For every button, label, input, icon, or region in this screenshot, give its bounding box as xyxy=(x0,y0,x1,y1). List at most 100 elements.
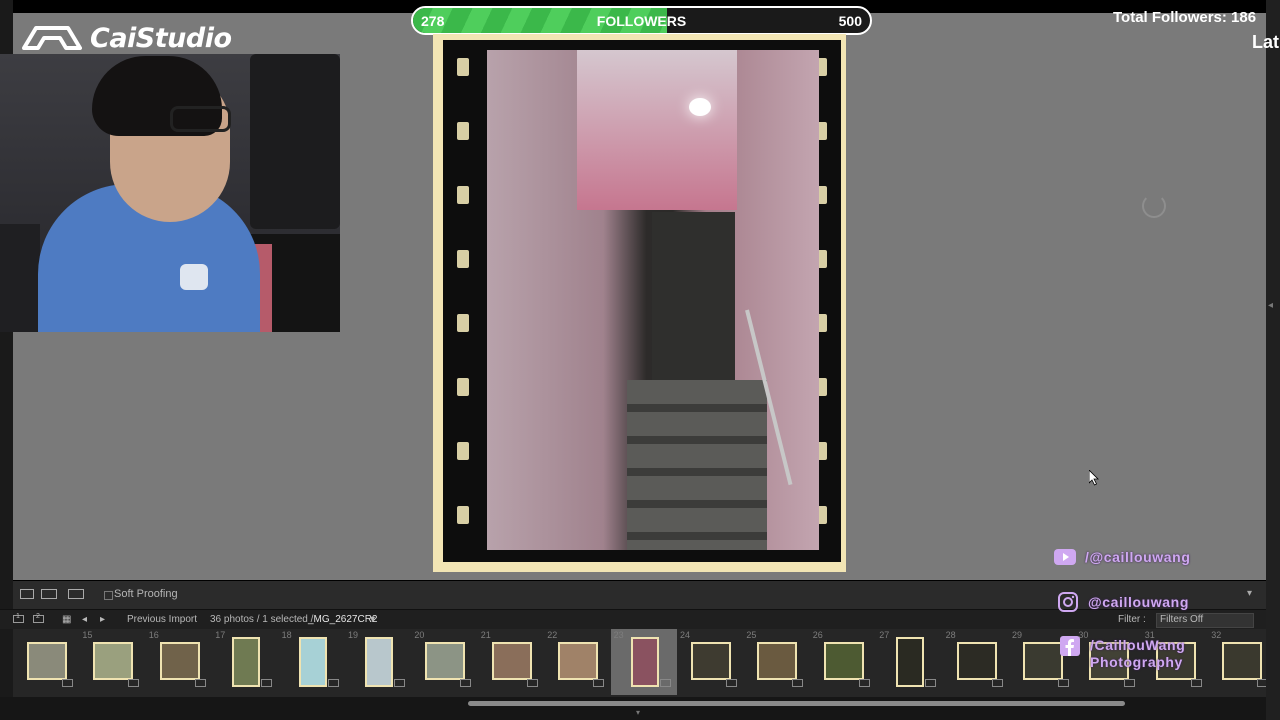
edited-badge-icon xyxy=(925,679,937,687)
ceiling-lamp xyxy=(689,98,711,116)
total-followers-text: Total Followers: 186 xyxy=(1113,9,1257,26)
thumbnail-image xyxy=(27,642,67,680)
edited-badge-icon xyxy=(194,679,206,687)
latest-label: Lat xyxy=(1252,32,1279,52)
edited-badge-icon xyxy=(261,679,273,687)
thumbnail-index: 24 xyxy=(680,630,691,640)
thumbnail-index: 21 xyxy=(480,630,491,640)
thumbnail-image xyxy=(93,642,134,680)
thumbnail-index: 28 xyxy=(945,630,956,640)
instagram-handle-row: @caillouwang xyxy=(1057,592,1189,612)
photo-count-status: 36 photos / 1 selected / xyxy=(210,614,314,625)
facebook-handle-line2: Photography xyxy=(1090,654,1183,670)
grid-view-icon[interactable]: ▦ xyxy=(62,614,71,625)
filmstrip-thumbnail[interactable]: 19 xyxy=(345,629,411,695)
logo-mark-icon xyxy=(22,26,82,50)
youtube-handle: /@caillouwang xyxy=(1085,549,1191,565)
edited-badge-icon xyxy=(1257,679,1266,687)
thumbnail-image xyxy=(491,642,532,680)
edited-badge-icon xyxy=(726,679,737,687)
filmstrip-thumbnail[interactable]: 26 xyxy=(810,629,876,695)
thumbnail-index: 20 xyxy=(414,630,425,640)
filmstrip-thumbnail[interactable]: 23 xyxy=(610,629,677,695)
thumbnail-index: 15 xyxy=(82,630,93,640)
thumbnail-index: 23 xyxy=(613,630,624,640)
back-arrow-icon[interactable]: ◂ xyxy=(82,614,87,625)
edited-badge-icon xyxy=(394,679,405,687)
compare-view-icon[interactable] xyxy=(41,589,57,599)
right-panel-edge[interactable]: ◂ xyxy=(1266,0,1280,720)
filmstrip-thumbnail[interactable]: 32 xyxy=(1208,629,1266,695)
filmstrip-thumbnail[interactable]: 27 xyxy=(876,629,942,695)
thumbnail-index: 17 xyxy=(215,630,226,640)
collapse-filmstrip-icon[interactable]: ▾ xyxy=(636,708,640,717)
thumbnail-index: 22 xyxy=(547,630,558,640)
thumbnail-index: 26 xyxy=(812,630,823,640)
shirt-logo xyxy=(180,264,208,290)
edited-badge-icon xyxy=(858,679,870,687)
thumbnail-image xyxy=(298,637,327,687)
stairwell-doorway xyxy=(652,212,735,402)
filmstrip-thumbnail[interactable]: 24 xyxy=(677,629,743,695)
thumbnail-image xyxy=(1023,642,1063,680)
loupe-view-icon[interactable] xyxy=(20,589,34,599)
thumbnail-image xyxy=(232,637,261,687)
window-2-label: 2 xyxy=(36,613,40,620)
edited-badge-icon xyxy=(792,679,804,687)
youtube-icon xyxy=(1054,548,1076,566)
main-photo-preview[interactable] xyxy=(433,34,846,572)
stairwell-ceiling xyxy=(577,50,737,210)
thumbnail-index: 19 xyxy=(348,630,359,640)
edited-badge-icon xyxy=(526,679,538,687)
filmstrip-thumbnail[interactable]: 17 xyxy=(212,629,278,695)
filter-select-value: Filters Off xyxy=(1160,614,1204,625)
youtube-handle-row: /@caillouwang xyxy=(1054,548,1190,566)
source-breadcrumb[interactable]: Previous Import xyxy=(127,614,197,625)
filmstrip-thumbnail[interactable] xyxy=(13,629,79,695)
thumbnail-index: 32 xyxy=(1211,630,1222,640)
filmstrip-thumbnail[interactable]: 20 xyxy=(411,629,477,695)
toolbar-options-chevron-icon[interactable]: ▾ xyxy=(1247,588,1252,599)
follower-goal-bar: 278 FOLLOWERS 500 xyxy=(411,6,872,35)
filmstrip-thumbnail[interactable]: 21 xyxy=(478,629,544,695)
filmstrip-thumbnail[interactable]: 22 xyxy=(544,629,610,695)
filmstrip-scrollbar[interactable]: ▾ xyxy=(0,697,1266,720)
follower-goal-label: FOLLOWERS xyxy=(596,13,687,29)
thumbnail-index: 27 xyxy=(879,630,890,640)
background-shelf xyxy=(0,224,40,332)
filmstrip-thumbnail[interactable]: 15 xyxy=(79,629,145,695)
thumbnail-index: 18 xyxy=(281,630,292,640)
thumbnail-image xyxy=(365,637,393,687)
person-glasses xyxy=(170,106,231,132)
expand-right-panel-icon[interactable]: ◂ xyxy=(1268,300,1273,311)
thumbnail-image xyxy=(757,642,798,680)
thumbnail-index: 29 xyxy=(1012,630,1023,640)
instagram-icon xyxy=(1057,592,1079,612)
edited-badge-icon xyxy=(460,679,472,687)
soft-proofing-label: Soft Proofing xyxy=(114,588,178,600)
survey-view-icon[interactable] xyxy=(68,589,84,599)
instagram-handle: @caillouwang xyxy=(1088,594,1189,610)
filmstrip-thumbnail[interactable]: 16 xyxy=(146,629,212,695)
edited-badge-icon xyxy=(128,679,140,687)
thumbnail-image xyxy=(691,642,731,680)
edited-badge-icon xyxy=(593,679,605,687)
forward-arrow-icon[interactable]: ▸ xyxy=(100,614,105,625)
webcam-feed xyxy=(0,54,340,332)
follower-goal-target: 500 xyxy=(838,13,862,29)
edited-badge-icon xyxy=(1058,679,1069,687)
filename-dropdown-icon[interactable]: ▾ xyxy=(370,614,375,625)
scrollbar-thumb[interactable] xyxy=(468,701,1125,706)
edited-badge-icon xyxy=(991,679,1003,687)
brand-logo: CaiStudio xyxy=(22,23,232,54)
filmstrip-thumbnail[interactable]: 18 xyxy=(279,629,345,695)
thumbnail-image xyxy=(425,642,466,680)
filmstrip-thumbnail[interactable]: 25 xyxy=(743,629,809,695)
thumbnail-image xyxy=(956,642,997,680)
thumbnail-index: 16 xyxy=(148,630,159,640)
filmstrip-thumbnail[interactable]: 28 xyxy=(943,629,1009,695)
film-sprocket-holes-left xyxy=(457,58,469,558)
edited-badge-icon xyxy=(62,679,73,687)
selected-filename[interactable]: _MG_2627CR2 xyxy=(308,614,377,625)
soft-proofing-checkbox[interactable] xyxy=(104,591,113,600)
